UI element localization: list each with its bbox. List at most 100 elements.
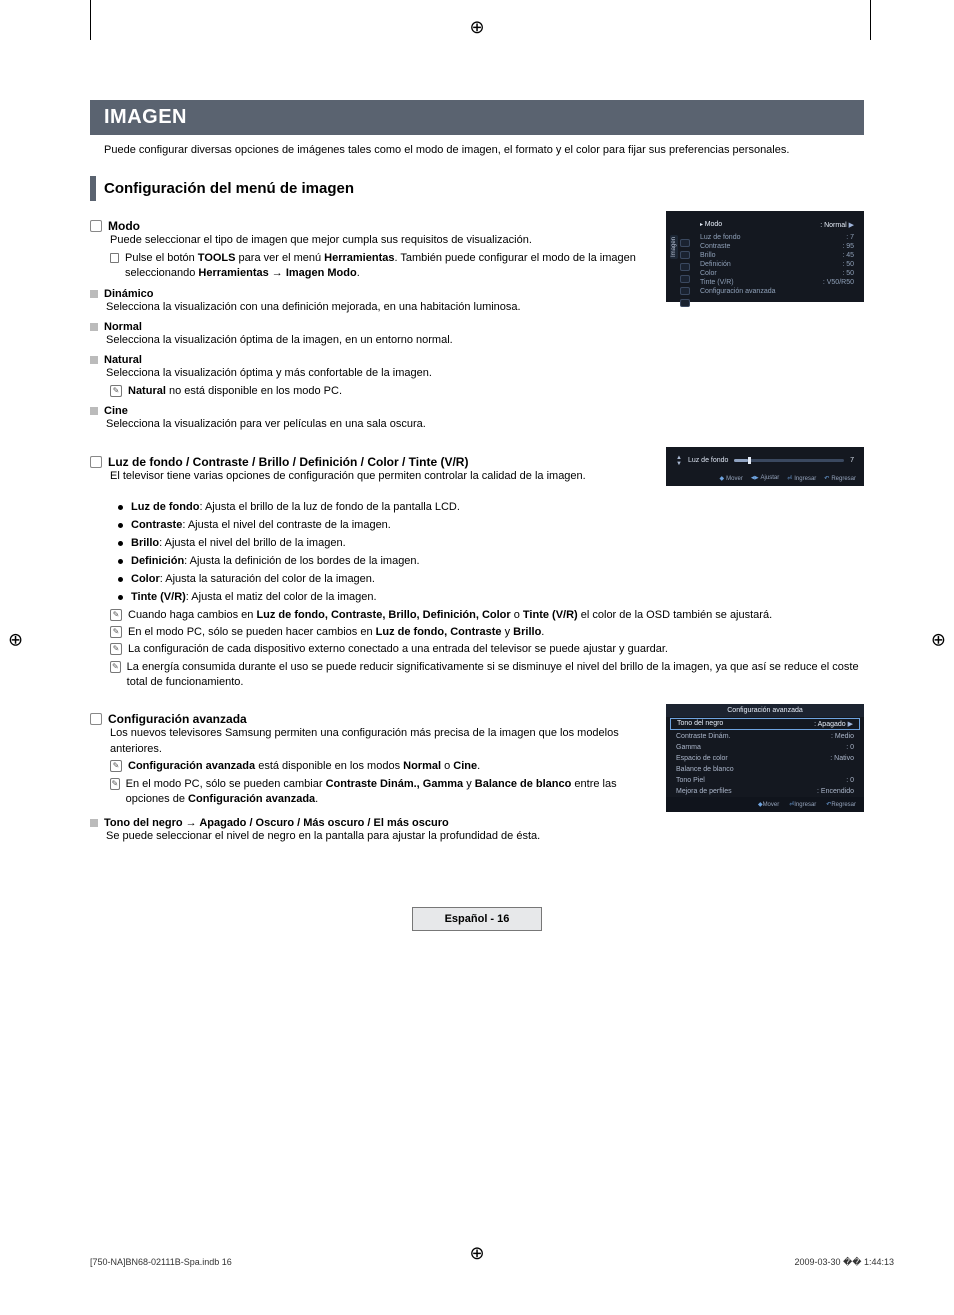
tools-icon [110, 253, 119, 263]
note-icon: ✎ [110, 760, 122, 772]
bullet-text: Color: Ajusta la saturación del color de… [131, 572, 375, 588]
osd-slider-panel: ▲▼ Luz de fondo 7 Mover Ajustar Ingresar… [666, 447, 864, 486]
osd-slider-value: 7 [850, 457, 854, 464]
note-text: Cuando haga cambios en Luz de fondo, Con… [128, 608, 772, 623]
square-outline-icon [90, 713, 102, 725]
sub-tono-negro-desc: Se puede seleccionar el nivel de negro e… [106, 829, 650, 844]
osd3-row-key: Tono del negro [677, 720, 723, 728]
page-number-box: Español - 16 [412, 907, 542, 931]
square-bullet-icon [90, 356, 98, 364]
sub-natural: Natural [104, 354, 142, 366]
sub-cine: Cine [104, 405, 128, 417]
square-bullet-icon [90, 819, 98, 827]
help-adjust: Ajustar [751, 475, 779, 482]
osd-row-val: : 7 [846, 234, 854, 241]
bullet-icon [118, 541, 123, 546]
osd-nav-icon [680, 275, 690, 283]
bullet-icon [118, 595, 123, 600]
osd3-row-val: : 0 [846, 744, 854, 751]
osd-row-key: Definición [700, 261, 731, 268]
registration-mark-icon: ⊕ [8, 630, 23, 651]
registration-mark-icon: ⊕ [469, 18, 484, 36]
help-enter: Ingresar [787, 475, 816, 482]
q-heading-ajustes: Luz de fondo / Contraste / Brillo / Defi… [108, 455, 468, 469]
note-text: En el modo PC, sólo se pueden hacer camb… [128, 625, 544, 640]
avanzada-desc: Los nuevos televisores Samsung permiten … [110, 726, 650, 757]
ajustes-desc: El televisor tiene varias opciones de co… [110, 469, 650, 484]
osd3-row-val: : Nativo [830, 755, 854, 762]
bullet-text: Brillo: Ajusta el nivel del brillo de la… [131, 536, 346, 552]
modo-tool-note: Pulse el botón TOOLS para ver el menú He… [125, 251, 650, 282]
sub-natural-note: Natural no está disponible en los modo P… [128, 384, 342, 399]
doc-footer-left: [750-NA]BN68-02111B-Spa.indb 16 [90, 1257, 232, 1268]
osd-slider-label: Luz de fondo [688, 457, 728, 464]
osd-row-val: : V50/R50 [823, 279, 854, 286]
slider-thumb-icon [748, 457, 751, 464]
bullet-text: Luz de fondo: Ajusta el brillo de la luz… [131, 500, 460, 516]
bullet-icon [118, 559, 123, 564]
sub-tono-negro: Tono del negro → Apagado / Oscuro / Más … [104, 817, 449, 829]
sub-natural-desc: Selecciona la visualización óptima y más… [106, 366, 650, 381]
bullet-text: Definición: Ajusta la definición de los … [131, 554, 420, 570]
bullet-text: Contraste: Ajusta el nivel del contraste… [131, 518, 391, 534]
sub-normal-desc: Selecciona la visualización óptima de la… [106, 333, 650, 348]
bullet-icon [118, 505, 123, 510]
doc-footer-right: 2009-03-30 �� 1:44:13 [794, 1257, 894, 1268]
chevron-right-icon: ▶ [848, 721, 853, 728]
bullet-text: Tinte (V/R): Ajusta el matiz del color d… [131, 590, 377, 606]
crop-mark [90, 0, 91, 40]
note-icon: ✎ [110, 661, 121, 673]
q-heading-modo: Modo [108, 219, 140, 233]
osd-row-key: Configuración avanzada [700, 288, 776, 295]
registration-mark-icon: ⊕ [931, 630, 946, 651]
osd3-row-key: Mejora de perfiles [676, 788, 732, 795]
bullet-icon [118, 577, 123, 582]
up-down-arrows-icon: ▲▼ [676, 455, 682, 467]
osd-row-key: Tinte (V/R) [700, 279, 734, 286]
crop-mark [870, 0, 871, 40]
note-text: La energía consumida durante el uso se p… [127, 660, 864, 691]
square-outline-icon [90, 220, 102, 232]
osd-head-label: Modo [700, 221, 722, 229]
page-title: IMAGEN [90, 100, 864, 135]
section-marker-icon [90, 176, 96, 201]
osd3-row-val: : Medio [831, 733, 854, 740]
note-icon: ✎ [110, 778, 120, 790]
help-return: Regresar [826, 801, 856, 808]
osd-row-key: Brillo [700, 252, 716, 259]
osd-nav-icon [680, 239, 690, 247]
osd3-row-key: Contraste Dinám. [676, 733, 730, 740]
help-move: Mover [758, 801, 779, 808]
osd-nav-icon [680, 287, 690, 295]
osd-nav-icon [680, 263, 690, 271]
osd-row-val: : 50 [842, 261, 854, 268]
osd3-row-val: : Apagado ▶ [814, 720, 853, 728]
osd3-row-key: Balance de blanco [676, 766, 734, 773]
osd3-title: Configuración avanzada [666, 704, 864, 717]
osd-nav-icon [680, 251, 690, 259]
note-icon: ✎ [110, 626, 122, 638]
help-enter: Ingresar [789, 801, 816, 808]
osd3-row-key: Gamma [676, 744, 701, 751]
osd-avanzada-menu: Configuración avanzada Tono del negro : A… [666, 704, 864, 812]
note-icon: ✎ [110, 643, 122, 655]
square-bullet-icon [90, 323, 98, 331]
osd-imagen-menu: Imagen Modo : Normal ▶ Luz de fondo: 7 [666, 211, 864, 302]
note-text: Configuración avanzada está disponible e… [128, 759, 480, 774]
sub-cine-desc: Selecciona la visualización para ver pel… [106, 417, 650, 432]
help-return: Regresar [824, 475, 856, 482]
osd-slider-track [734, 459, 844, 462]
osd3-row-val: : 0 [846, 777, 854, 784]
osd-row-val: : 50 [842, 270, 854, 277]
square-bullet-icon [90, 407, 98, 415]
q-heading-avanzada: Configuración avanzada [108, 712, 247, 726]
modo-desc: Puede seleccionar el tipo de imagen que … [110, 233, 650, 248]
bullet-icon [118, 523, 123, 528]
osd-row-key: Luz de fondo [700, 234, 740, 241]
osd-nav-icon [680, 299, 690, 307]
sub-normal: Normal [104, 321, 142, 333]
osd3-row-val: : Encendido [817, 788, 854, 795]
square-bullet-icon [90, 290, 98, 298]
osd-head-value: : Normal ▶ [820, 221, 854, 229]
chevron-right-icon: ▶ [849, 222, 854, 229]
